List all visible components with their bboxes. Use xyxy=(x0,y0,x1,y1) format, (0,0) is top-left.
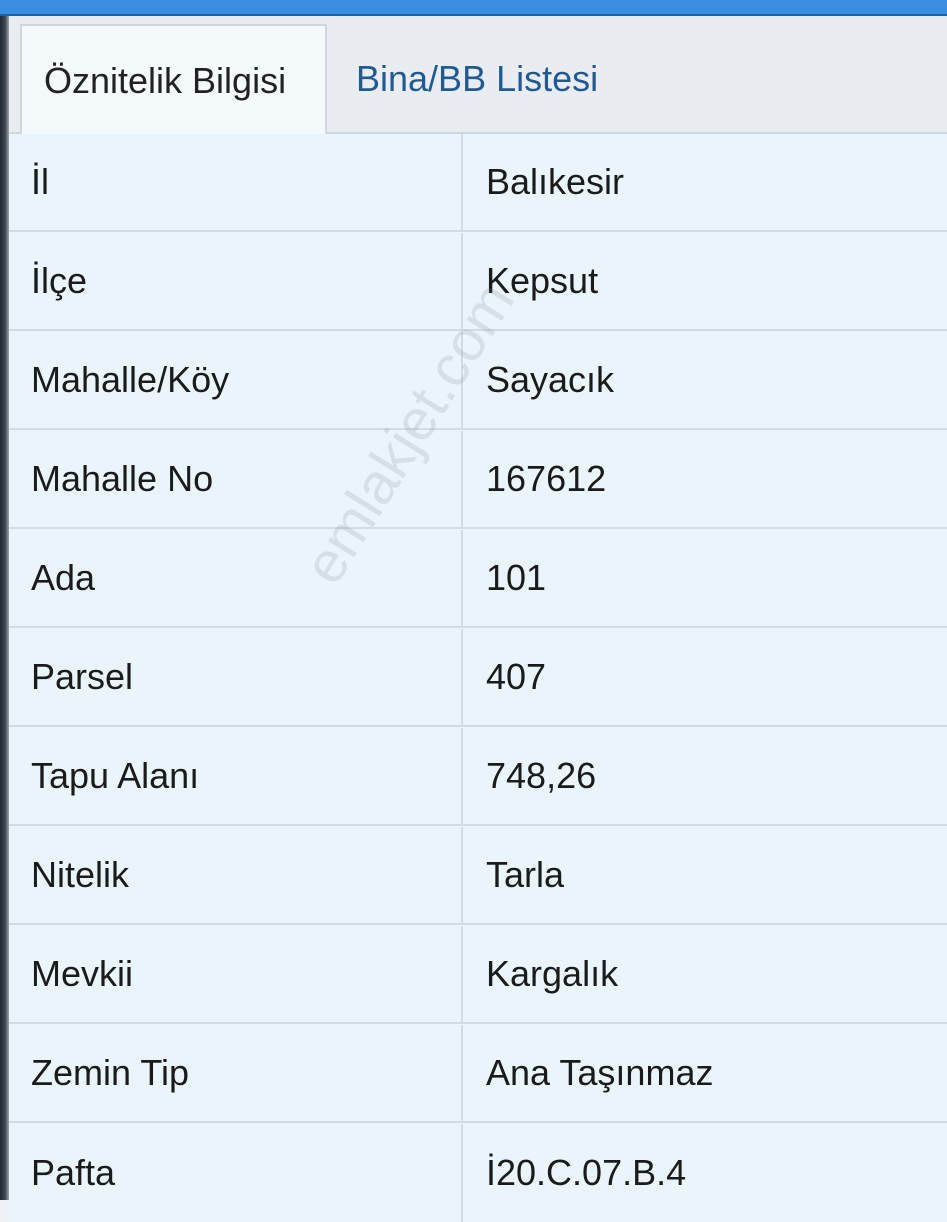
row-value: 101 xyxy=(486,557,547,598)
row-key: Nitelik xyxy=(9,827,463,923)
table-row: İl Balıkesir xyxy=(9,134,947,232)
table-row: Mahalle No 167612 xyxy=(9,431,947,529)
row-value: 167612 xyxy=(486,458,607,499)
row-key: Mevkii xyxy=(9,926,463,1022)
table-row: Mahalle/Köy Sayacık xyxy=(9,332,947,430)
row-key: Zemin Tip xyxy=(9,1025,463,1121)
table-row: Mevkii Kargalık xyxy=(9,926,947,1024)
row-value: İ20.C.07.B.4 xyxy=(486,1152,687,1193)
row-key: Mahalle No xyxy=(9,431,463,527)
table-row: İlçe Kepsut xyxy=(9,233,947,331)
table-row: Nitelik Tarla xyxy=(9,827,947,925)
row-value: Ana Taşınmaz xyxy=(486,1052,714,1093)
row-value: 407 xyxy=(486,656,547,697)
tab-label: Bina/BB Listesi xyxy=(356,58,599,99)
table-row: Pafta İ20.C.07.B.4 xyxy=(9,1124,947,1222)
table-row: Tapu Alanı 748,26 xyxy=(9,728,947,826)
row-key: Pafta xyxy=(9,1124,463,1222)
tab-bar: Öznitelik Bilgisi Bina/BB Listesi xyxy=(9,16,947,136)
row-key: Tapu Alanı xyxy=(9,728,463,824)
tab-attribute-info[interactable]: Öznitelik Bilgisi xyxy=(20,24,327,136)
window-left-edge xyxy=(0,0,9,1200)
row-value: Balıkesir xyxy=(486,161,625,202)
top-accent-bar xyxy=(0,0,947,16)
row-value: 748,26 xyxy=(486,755,597,796)
row-key: Ada xyxy=(9,530,463,626)
table-row: Parsel 407 xyxy=(9,629,947,727)
row-value: Sayacık xyxy=(486,359,615,400)
table-row: Zemin Tip Ana Taşınmaz xyxy=(9,1025,947,1123)
attribute-table: İl Balıkesir İlçe Kepsut Mahalle/Köy Say… xyxy=(9,134,947,1222)
row-key: İlçe xyxy=(9,233,463,329)
row-key: İl xyxy=(9,134,463,230)
row-value: Tarla xyxy=(486,854,565,895)
table-row: Ada 101 xyxy=(9,530,947,628)
row-key: Parsel xyxy=(9,629,463,725)
tab-building-list[interactable]: Bina/BB Listesi xyxy=(356,24,598,134)
row-value: Kargalık xyxy=(486,953,619,994)
row-value: Kepsut xyxy=(486,260,599,301)
tab-label: Öznitelik Bilgisi xyxy=(44,60,287,101)
row-key: Mahalle/Köy xyxy=(9,332,463,428)
